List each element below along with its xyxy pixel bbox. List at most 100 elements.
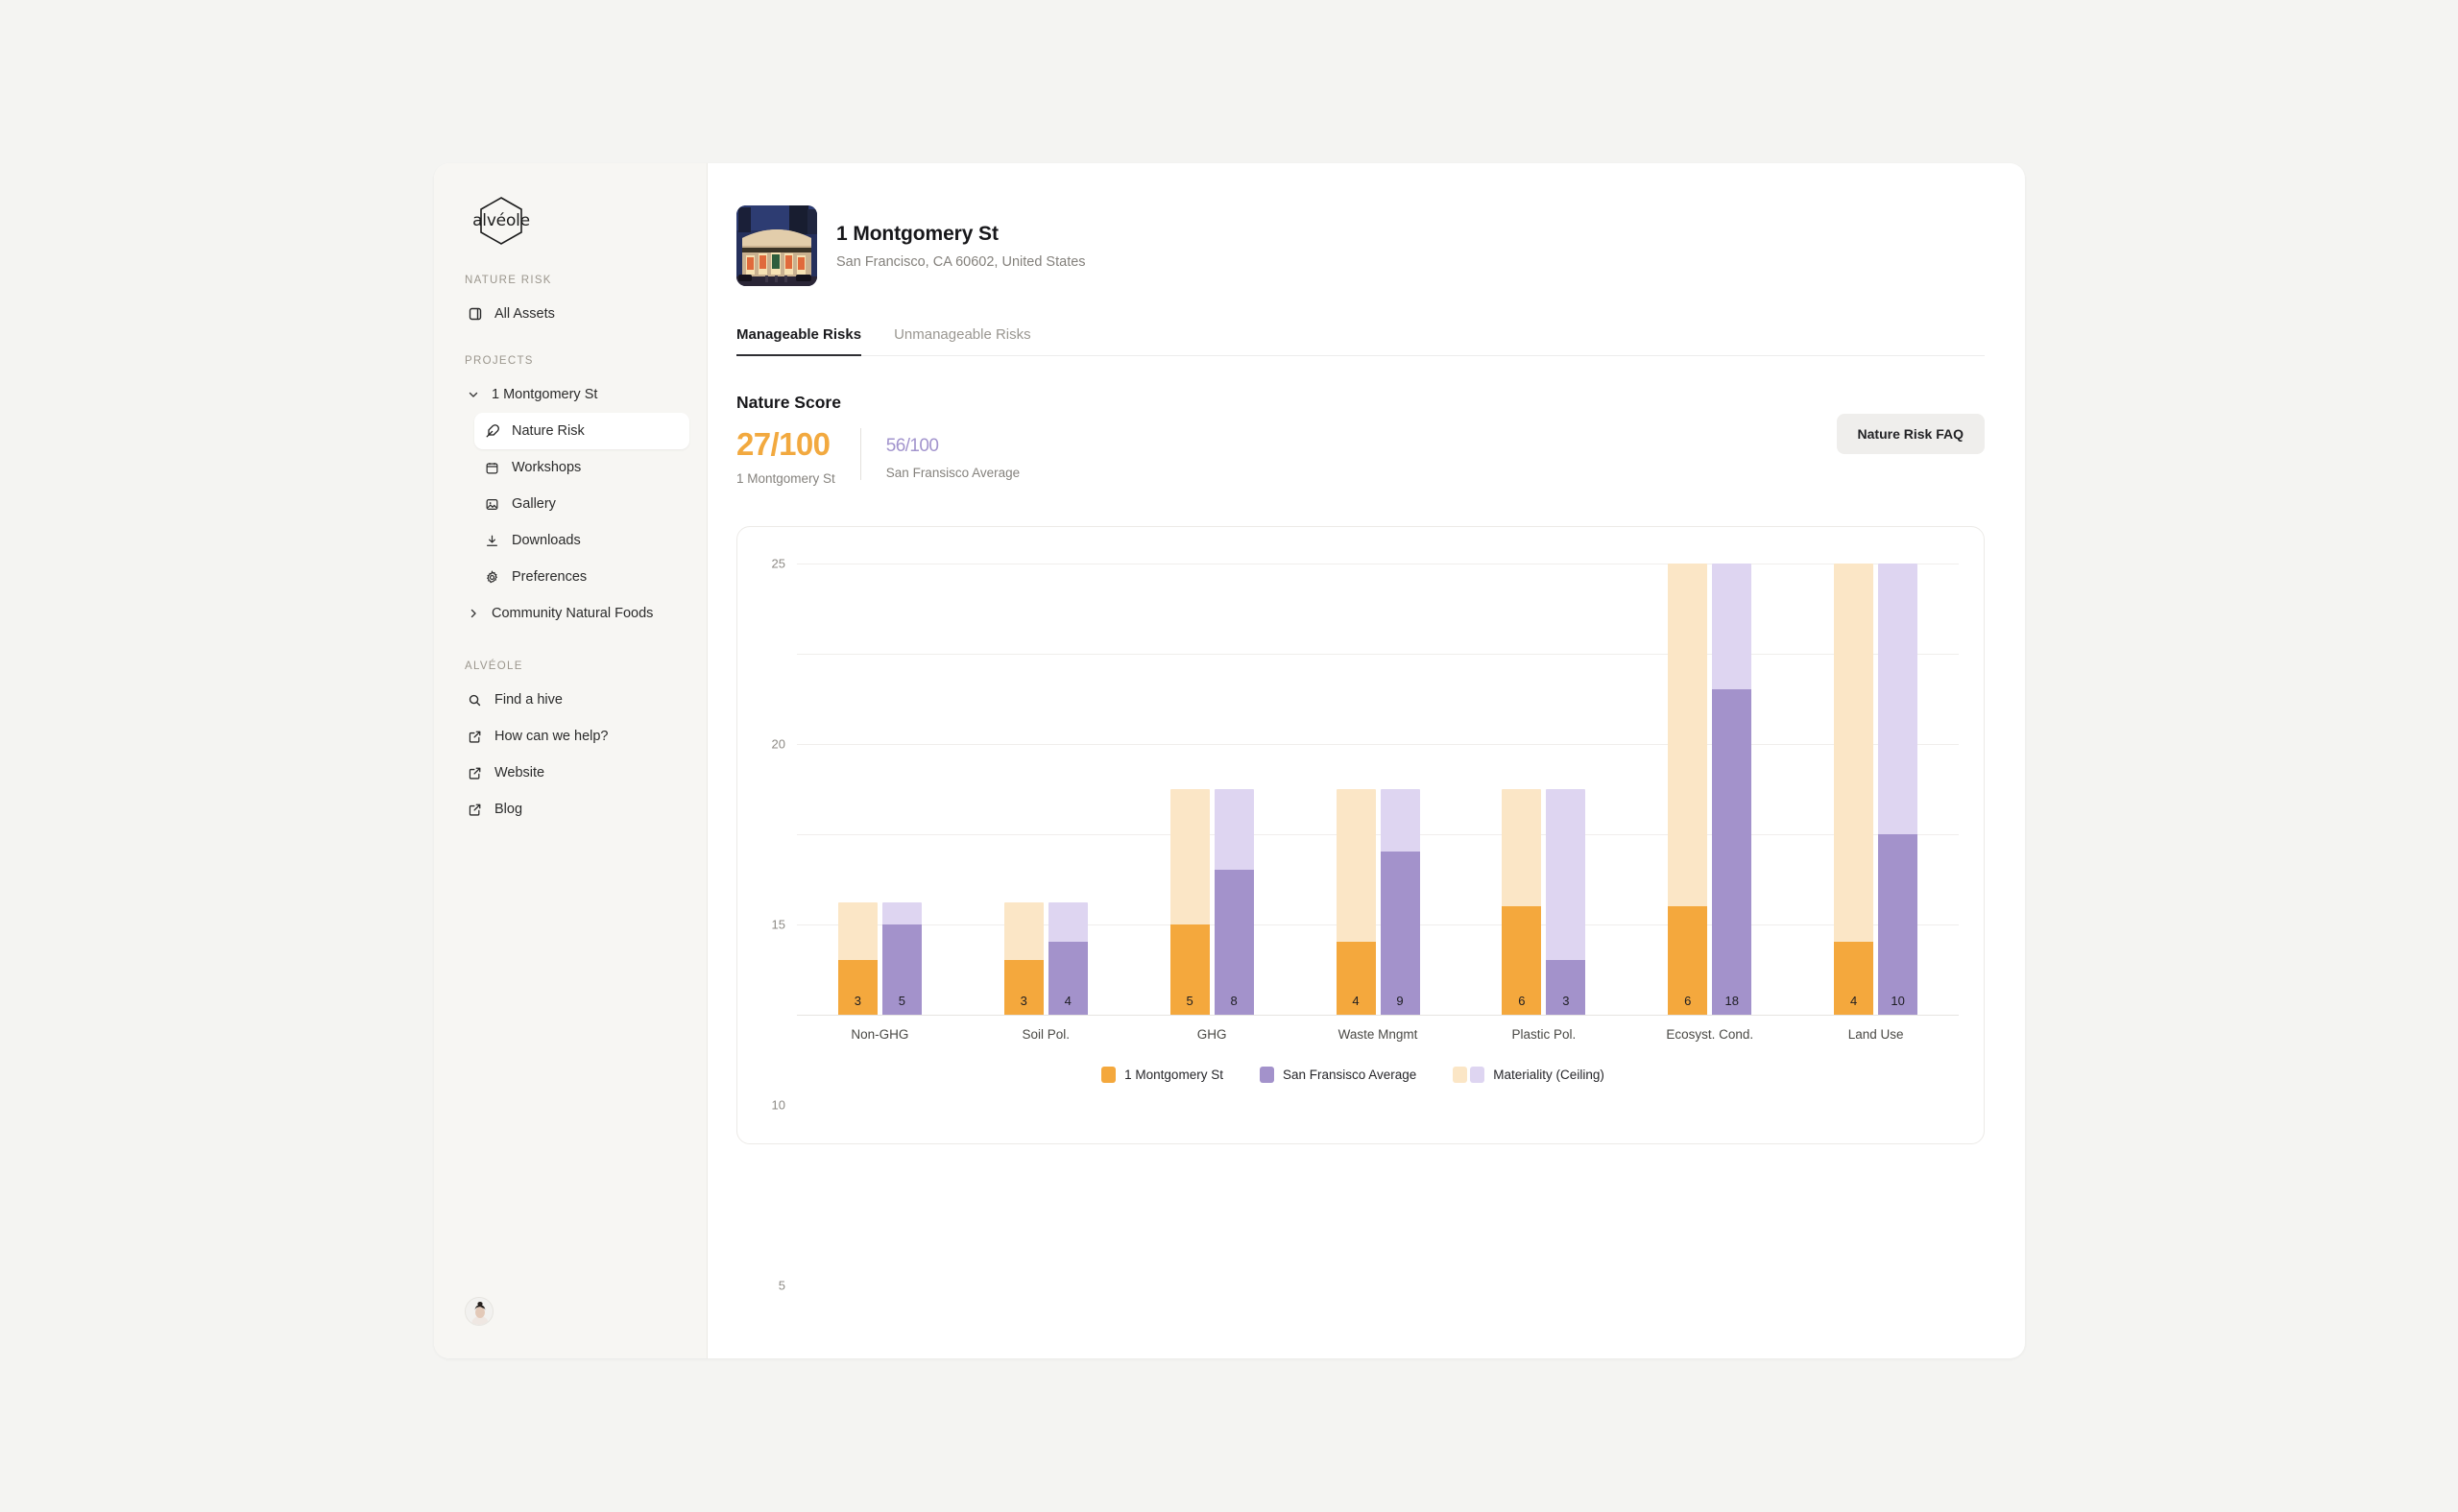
nature-risk-faq-button[interactable]: Nature Risk FAQ	[1836, 414, 1985, 454]
chart-bars: 3 5 3 4 5 8 4 9 6 3 6 18 4 10	[797, 563, 1959, 1015]
bar-san-fransisco-average[interactable]: 8	[1214, 788, 1254, 1015]
tab-manageable-risks[interactable]: Manageable Risks	[736, 326, 862, 356]
bar-1-montgomery-st[interactable]: 3	[837, 902, 878, 1015]
sidebar-item-find-a-hive[interactable]: Find a hive	[457, 682, 689, 718]
asset-address: San Francisco, CA 60602, United States	[836, 253, 1086, 270]
sidebar-item-project-community-natural-foods[interactable]: Community Natural Foods	[457, 595, 689, 632]
x-axis-label: Waste Mngmt	[1337, 1026, 1418, 1042]
sidebar-item-label: Downloads	[512, 533, 581, 548]
sidebar-item-label: Find a hive	[494, 692, 563, 708]
sidebar-item-label: Website	[494, 765, 545, 780]
sidebar-item-nature-risk[interactable]: Nature Risk	[474, 413, 689, 449]
nature-score-block: Nature Score 27/100 1 Montgomery St 56/1…	[736, 393, 1985, 486]
bar-value-label: 6	[1518, 993, 1526, 1008]
chart-group: 35	[797, 564, 963, 1015]
sidebar-item-all-assets[interactable]: All Assets	[457, 296, 689, 332]
bar-san-fransisco-average[interactable]: 9	[1380, 788, 1420, 1015]
external-link-icon	[467, 765, 483, 781]
sidebar-item-gallery[interactable]: Gallery	[474, 486, 689, 522]
chart-x-axis-labels: Non-GHG Soil Pol. GHG Waste Mngmt Plastic Po…	[797, 1027, 1959, 1042]
external-link-icon	[467, 729, 483, 745]
y-axis-tick: 10	[771, 1097, 785, 1113]
asset-text-block: 1 Montgomery St San Francisco, CA 60602,…	[836, 223, 1086, 270]
bar-value-label: 8	[1230, 993, 1238, 1008]
calendar-icon	[484, 460, 500, 476]
asset-header: 1 Montgomery St San Francisco, CA 60602,…	[736, 205, 1985, 286]
feather-icon	[484, 423, 500, 440]
bar-value-label: 4	[1064, 993, 1072, 1008]
avatar[interactable]	[465, 1297, 494, 1326]
bar-san-fransisco-average[interactable]: 10	[1878, 563, 1918, 1015]
section-label-projects: PROJECTS	[465, 355, 534, 367]
legend-swatch	[1470, 1066, 1485, 1083]
y-axis-tick: 15	[771, 917, 785, 932]
legend-swatch	[1101, 1066, 1117, 1083]
score-average: 56/100 San Fransisco Average	[859, 428, 1045, 480]
chart-legend: 1 Montgomery St San Fransisco Average Mate…	[747, 1066, 1959, 1083]
bar-value-label: 10	[1891, 993, 1905, 1008]
legend-label: Materiality (Ceiling)	[1493, 1067, 1604, 1082]
sidebar-item-label: Nature Risk	[512, 423, 585, 439]
sidebar: alvéole NATURE RISK All Assets PROJECTS …	[434, 163, 708, 1358]
gridline-0: 0	[797, 1014, 1959, 1016]
logo-wordmark: alvéole	[472, 211, 530, 230]
sidebar-item-website[interactable]: Website	[457, 755, 689, 791]
bar-san-fransisco-average[interactable]: 5	[881, 902, 922, 1015]
bar-1-montgomery-st[interactable]: 6	[1668, 563, 1708, 1015]
chart-group: 4 10	[1793, 563, 1959, 1015]
download-icon	[484, 533, 500, 549]
bar-fill	[1380, 852, 1420, 1015]
sidebar-item-label: How can we help?	[494, 729, 609, 744]
bar-san-fransisco-average[interactable]: 4	[1048, 902, 1088, 1015]
nature-risk-chart-card: 0510152025 3534584963618410 Non-GHGSoil …	[736, 525, 1985, 1292]
bar-1-montgomery-st[interactable]: 3	[1003, 902, 1044, 1015]
chevron-down-icon	[467, 389, 480, 400]
legend-item[interactable]: 1 Montgomery St	[1101, 1066, 1223, 1083]
section-label-nature-risk: NATURE RISK	[465, 275, 552, 286]
sidebar-item-label: Preferences	[512, 569, 588, 585]
x-axis-label: GHG	[1196, 1026, 1227, 1042]
chart-group: 58	[1129, 564, 1295, 1015]
sidebar-item-project-1-montgomery-st[interactable]: 1 Montgomery St	[457, 376, 689, 413]
x-axis-label: Land Use	[1847, 1026, 1904, 1042]
bar-value-label: 9	[1396, 993, 1404, 1008]
score-row: 27/100 1 Montgomery St 56/100 San Fransi…	[736, 426, 1985, 485]
legend-swatch-pair	[1453, 1066, 1485, 1083]
bar-1-montgomery-st[interactable]: 6	[1502, 788, 1542, 1015]
bar-1-montgomery-st[interactable]: 4	[1336, 788, 1376, 1015]
bar-1-montgomery-st[interactable]: 5	[1169, 788, 1210, 1015]
sidebar-item-how-can-we-help[interactable]: How can we help?	[457, 718, 689, 755]
sidebar-item-preferences[interactable]: Preferences	[474, 559, 689, 595]
legend-item[interactable]: San Fransisco Average	[1259, 1066, 1417, 1083]
main-content: 1 Montgomery St San Francisco, CA 60602,…	[708, 163, 2025, 1358]
chevron-right-icon	[467, 608, 480, 619]
bar-fill	[1878, 833, 1918, 1015]
external-link-icon	[467, 802, 483, 818]
y-axis-tick: 25	[771, 556, 785, 571]
legend-item[interactable]: Materiality (Ceiling)	[1453, 1066, 1604, 1083]
tab-unmanageable-risks[interactable]: Unmanageable Risks	[894, 326, 1031, 355]
legend-swatch	[1453, 1066, 1468, 1083]
score-asset: 27/100 1 Montgomery St	[736, 426, 860, 485]
bar-value-label: 4	[1352, 993, 1360, 1008]
sidebar-item-blog[interactable]: Blog	[457, 791, 689, 828]
chart-group: 6 18	[1627, 563, 1793, 1015]
sidebar-item-workshops[interactable]: Workshops	[474, 449, 689, 486]
alveole-logo[interactable]: alvéole	[465, 196, 538, 246]
bar-san-fransisco-average[interactable]: 3	[1546, 788, 1586, 1015]
box-icon	[467, 306, 483, 323]
sidebar-item-label: All Assets	[494, 306, 555, 322]
app-window: alvéole NATURE RISK All Assets PROJECTS …	[434, 163, 2025, 1358]
nature-score-heading: Nature Score	[736, 393, 841, 412]
bar-1-montgomery-st[interactable]: 4	[1834, 563, 1874, 1015]
score-asset-value: 27/100	[736, 426, 831, 462]
image-icon	[484, 496, 500, 513]
sidebar-item-downloads[interactable]: Downloads	[474, 522, 689, 559]
legend-label: San Fransisco Average	[1282, 1067, 1417, 1082]
gear-icon	[484, 569, 500, 586]
sidebar-item-label: Blog	[494, 802, 523, 817]
risk-tabs: Manageable Risks Unmanageable Risks	[736, 326, 1985, 356]
bar-value-label: 3	[1562, 993, 1570, 1008]
legend-label: 1 Montgomery St	[1124, 1067, 1223, 1082]
bar-san-fransisco-average[interactable]: 18	[1712, 563, 1752, 1015]
